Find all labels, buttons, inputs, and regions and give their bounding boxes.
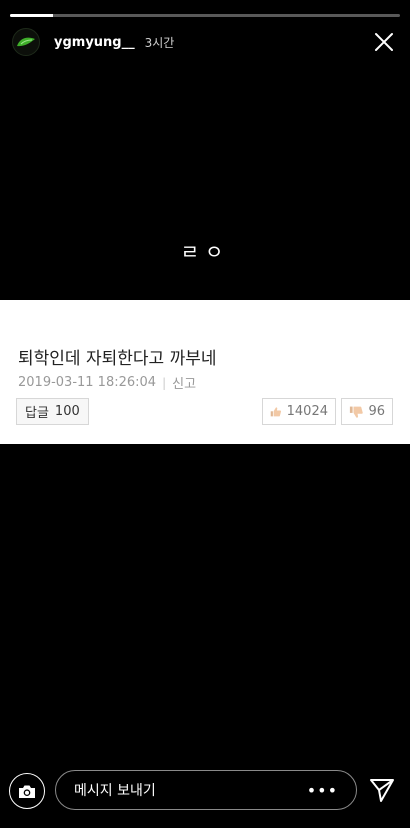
story-progress-bar	[10, 14, 400, 17]
report-link: 신고	[172, 377, 197, 392]
post-date: 2019-03-11 18:26:04	[18, 375, 157, 390]
downvote-button: 96	[341, 398, 393, 425]
story-progress-fill	[10, 14, 53, 17]
downvote-count: 96	[368, 404, 385, 419]
post-meta: 2019-03-11 18:26:04 | 신고	[18, 373, 196, 392]
message-input[interactable]: 메시지 보내기 •••	[55, 770, 357, 810]
post-card: 퇴학인데 자퇴한다고 까부네 2019-03-11 18:26:04 | 신고 …	[0, 300, 410, 444]
reply-label: 답글	[25, 406, 49, 421]
time-ago: 3시간	[144, 35, 175, 50]
camera-icon	[19, 785, 35, 798]
story-overlay-text: ㄹㅇ	[180, 240, 230, 264]
close-icon[interactable]	[370, 28, 398, 56]
post-title: 퇴학인데 자퇴한다고 까부네	[18, 349, 217, 369]
more-options-icon[interactable]: •••	[307, 781, 338, 800]
send-icon[interactable]	[368, 776, 396, 804]
thumbs-down-icon	[349, 406, 363, 418]
camera-button[interactable]	[9, 773, 45, 809]
avatar-icon[interactable]	[12, 28, 40, 56]
upvote-count: 14024	[286, 404, 328, 419]
story-header: ygmyung__ 3시간	[12, 26, 398, 58]
username[interactable]: ygmyung__	[54, 35, 135, 50]
reply-button: 답글 100	[16, 398, 89, 425]
meta-separator: |	[162, 375, 167, 390]
reply-count: 100	[54, 404, 80, 419]
upvote-button: 14024	[262, 398, 336, 425]
thumbs-up-icon	[270, 406, 282, 416]
message-placeholder: 메시지 보내기	[74, 783, 156, 799]
